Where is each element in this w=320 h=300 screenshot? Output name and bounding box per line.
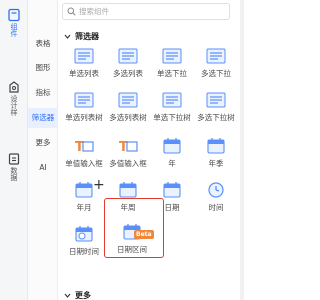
- tile-label: 单值输入框: [65, 159, 103, 168]
- rail-label-data: 数据: [10, 167, 18, 181]
- datetime-icon: [75, 226, 93, 242]
- tile-label: 年月: [76, 203, 92, 212]
- filter-tile[interactable]: 多选下拉树: [194, 88, 238, 126]
- category-table[interactable]: 表格: [28, 38, 58, 50]
- rail-item-components[interactable]: 组件: [0, 8, 28, 37]
- multi-text-input-icon: T: [119, 140, 138, 155]
- tile-label: 年: [168, 159, 176, 168]
- tile-label: 单选下拉树: [153, 113, 191, 122]
- filter-tile[interactable]: 多选列表: [106, 44, 150, 82]
- date-icon: [163, 182, 181, 198]
- category-list: 表格 图形 指标 筛选器 更多 AI: [28, 0, 58, 300]
- add-icon[interactable]: +: [93, 178, 105, 192]
- tile-label: 多选列表: [113, 69, 143, 78]
- section-more-header[interactable]: 更多: [64, 290, 91, 300]
- multi-dropdown-icon: [206, 48, 226, 64]
- filter-tile[interactable]: 多选下拉: [194, 44, 238, 82]
- category-graph[interactable]: 图形: [28, 62, 58, 74]
- single-list-tree-icon: [74, 92, 94, 108]
- tile-label: 日期时间: [69, 247, 99, 256]
- filter-tile[interactable]: T 多值输入框: [106, 134, 150, 172]
- search-input[interactable]: [79, 7, 219, 16]
- tile-label: 多选列表树: [109, 113, 147, 122]
- highlight-box: [104, 198, 164, 258]
- filter-tile[interactable]: 多选列表树: [106, 88, 150, 126]
- chevron-down-icon: [64, 34, 71, 39]
- rail-label-components: 组件: [10, 23, 18, 37]
- tile-label: 多选下拉树: [197, 113, 235, 122]
- single-dropdown-icon: [162, 48, 182, 64]
- rail-label-style: 设计样: [10, 95, 18, 116]
- filter-tile[interactable]: T 单值输入框: [62, 134, 106, 172]
- filter-tile[interactable]: 日期时间: [62, 222, 106, 260]
- tile-label: 单选列表: [69, 69, 99, 78]
- style-icon: [9, 81, 19, 93]
- component-icon: [8, 8, 20, 22]
- tile-label: 多值输入框: [109, 159, 147, 168]
- year-week-icon: [119, 182, 137, 198]
- filter-tile[interactable]: 时间: [194, 178, 238, 216]
- tile-label: 单选列表树: [65, 113, 103, 122]
- data-icon: [8, 153, 20, 165]
- filter-tile[interactable]: 单选下拉: [150, 44, 194, 82]
- category-metric[interactable]: 指标: [28, 87, 58, 99]
- rail-item-data[interactable]: 数据: [0, 152, 28, 181]
- category-more[interactable]: 更多: [28, 137, 58, 149]
- filter-tile[interactable]: 单选列表: [62, 44, 106, 82]
- filter-tile[interactable]: 单选列表树: [62, 88, 106, 126]
- year-quarter-icon: [207, 138, 225, 154]
- tile-label: 年季: [208, 159, 224, 168]
- filter-tile[interactable]: 单选下拉树: [150, 88, 194, 126]
- rail-item-style[interactable]: 设计样: [0, 80, 28, 116]
- single-list-icon: [74, 48, 94, 64]
- tile-label: 日期: [164, 203, 180, 212]
- time-icon: [208, 182, 224, 198]
- multi-list-icon: [118, 48, 138, 64]
- category-filter[interactable]: 筛选器: [28, 108, 58, 128]
- category-ai[interactable]: AI: [28, 162, 58, 174]
- left-rail: 组件 设计样 数据: [0, 0, 28, 300]
- section-title: 筛选器: [75, 32, 99, 41]
- search-box[interactable]: [62, 3, 230, 20]
- section-filter-header[interactable]: 筛选器: [64, 31, 99, 42]
- chevron-down-icon: [64, 293, 71, 298]
- tile-label: 单选下拉: [157, 69, 187, 78]
- multi-list-tree-icon: [118, 92, 138, 108]
- filter-tile[interactable]: 年季: [194, 134, 238, 172]
- text-input-icon: T: [75, 140, 94, 155]
- search-icon: [67, 7, 76, 16]
- tile-label: 多选下拉: [201, 69, 231, 78]
- scrollbar-track[interactable]: [240, 0, 244, 300]
- section-more-title: 更多: [75, 291, 91, 300]
- tile-label: 时间: [208, 203, 224, 212]
- year-calendar-icon: [163, 138, 181, 154]
- multi-dropdown-tree-icon: [206, 92, 226, 108]
- single-dropdown-tree-icon: [162, 92, 182, 108]
- filter-tile[interactable]: 年: [150, 134, 194, 172]
